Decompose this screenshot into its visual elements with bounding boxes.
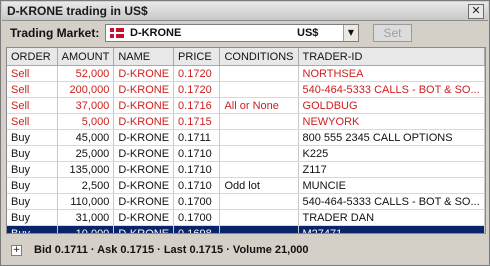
- cell-conditions: [219, 209, 299, 226]
- cell-amount: 10,000: [57, 225, 115, 233]
- cell-name: D-KRONE: [113, 161, 175, 178]
- cell-amount: 52,000: [57, 65, 115, 82]
- table-row[interactable]: Buy 25,000 D-KRONE 0.1710 K225: [7, 145, 485, 162]
- chevron-down-icon[interactable]: ▼: [343, 25, 358, 41]
- cell-price: 0.1710: [173, 177, 221, 194]
- cell-name: D-KRONE: [113, 209, 175, 226]
- cell-price: 0.1711: [173, 129, 221, 146]
- cell-amount: 25,000: [57, 145, 115, 162]
- table-row[interactable]: Sell 52,000 D-KRONE 0.1720 NORTHSEA: [7, 65, 485, 82]
- table-row[interactable]: Sell 37,000 D-KRONE 0.1716 All or None GOLDBU…: [7, 97, 485, 114]
- cell-name: D-KRONE: [113, 129, 175, 146]
- table-row[interactable]: Buy 31,000 D-KRONE 0.1700 TRADER DAN: [7, 209, 485, 226]
- cell-order: Buy: [7, 225, 58, 233]
- cell-price: 0.1700: [173, 193, 221, 210]
- cell-trader-id: 800 555 2345 CALL OPTIONS: [298, 129, 485, 146]
- cell-price: 0.1700: [173, 209, 221, 226]
- denmark-flag-icon: [110, 28, 124, 38]
- cell-name: D-KRONE: [113, 65, 175, 82]
- cell-order: Buy: [7, 161, 58, 178]
- expand-icon[interactable]: +: [11, 245, 22, 256]
- cell-order: Buy: [7, 129, 58, 146]
- column-header-amount[interactable]: AMOUNT: [57, 48, 115, 66]
- cell-amount: 2,500: [57, 177, 115, 194]
- cell-trader-id: NEWYORK: [298, 113, 485, 130]
- trading-market-select[interactable]: D-KRONE US$ ▼: [105, 24, 359, 42]
- column-header-name[interactable]: NAME: [113, 48, 175, 66]
- cell-conditions: [219, 145, 299, 162]
- cell-trader-id: GOLDBUG: [298, 97, 485, 114]
- cell-trader-id: MUNCIE: [298, 177, 485, 194]
- table-row[interactable]: Sell 5,000 D-KRONE 0.1715 NEWYORK: [7, 113, 485, 130]
- cell-order: Sell: [7, 65, 58, 82]
- cell-name: D-KRONE: [113, 145, 175, 162]
- cell-trader-id: Z117: [298, 161, 485, 178]
- cell-conditions: [219, 161, 299, 178]
- column-header-trader-id[interactable]: TRADER-ID: [298, 48, 485, 66]
- cell-name: D-KRONE: [113, 193, 175, 210]
- cell-amount: 200,000: [57, 81, 115, 98]
- cell-amount: 5,000: [57, 113, 115, 130]
- window-title: D-KRONE trading in US$: [7, 4, 148, 18]
- set-button[interactable]: Set: [373, 24, 412, 42]
- cell-price: 0.1716: [173, 97, 221, 114]
- cell-name: D-KRONE: [113, 225, 175, 233]
- cell-order: Buy: [7, 209, 58, 226]
- title-bar[interactable]: D-KRONE trading in US$ ✕: [2, 2, 488, 21]
- cell-price: 0.1715: [173, 113, 221, 130]
- selected-currency: US$: [297, 27, 319, 39]
- cell-price: 0.1720: [173, 81, 221, 98]
- cell-amount: 31,000: [57, 209, 115, 226]
- table-row[interactable]: Buy 135,000 D-KRONE 0.1710 Z117: [7, 161, 485, 178]
- close-icon[interactable]: ✕: [468, 4, 484, 19]
- cell-order: Sell: [7, 81, 58, 98]
- trading-window: D-KRONE trading in US$ ✕ Trading Market:…: [0, 0, 490, 266]
- table-row[interactable]: Buy 2,500 D-KRONE 0.1710 Odd lot MUNCIE: [7, 177, 485, 194]
- cell-amount: 45,000: [57, 129, 115, 146]
- column-header-order[interactable]: ORDER: [7, 48, 58, 66]
- market-summary: Bid 0.1711 · Ask 0.1715 · Last 0.1715 · …: [34, 244, 309, 256]
- table-row[interactable]: Buy 10,000 D-KRONE 0.1698 M27471: [7, 225, 485, 233]
- trading-market-label: Trading Market:: [10, 26, 100, 40]
- cell-trader-id: 540-464-5333 CALLS - BOT & SO...: [298, 193, 485, 210]
- cell-conditions: Odd lot: [219, 177, 299, 194]
- cell-price: 0.1710: [173, 161, 221, 178]
- status-bar: + Bid 0.1711 · Ask 0.1715 · Last 0.1715 …: [1, 239, 489, 263]
- cell-order: Sell: [7, 97, 58, 114]
- cell-conditions: [219, 225, 299, 233]
- column-header-conditions[interactable]: CONDITIONS: [219, 48, 299, 66]
- toolbar: Trading Market: D-KRONE US$ ▼ Set: [1, 21, 489, 47]
- cell-conditions: [219, 81, 299, 98]
- cell-conditions: All or None: [219, 97, 299, 114]
- column-header-price[interactable]: PRICE: [173, 48, 221, 66]
- table-row[interactable]: Buy 110,000 D-KRONE 0.1700 540-464-5333 CALL…: [7, 193, 485, 210]
- cell-amount: 37,000: [57, 97, 115, 114]
- cell-order: Buy: [7, 177, 58, 194]
- cell-name: D-KRONE: [113, 113, 175, 130]
- cell-price: 0.1710: [173, 145, 221, 162]
- cell-order: Sell: [7, 113, 58, 130]
- cell-conditions: [219, 193, 299, 210]
- selected-market: D-KRONE: [130, 27, 182, 39]
- cell-conditions: [219, 65, 299, 82]
- cell-conditions: [219, 129, 299, 146]
- cell-trader-id: TRADER DAN: [298, 209, 485, 226]
- cell-trader-id: 540-464-5333 CALLS - BOT & SO...: [298, 81, 485, 98]
- cell-trader-id: M27471: [298, 225, 485, 233]
- cell-amount: 135,000: [57, 161, 115, 178]
- table-row[interactable]: Buy 45,000 D-KRONE 0.1711 800 555 2345 CALL …: [7, 129, 485, 146]
- cell-trader-id: K225: [298, 145, 485, 162]
- table-row[interactable]: Sell 200,000 D-KRONE 0.1720 540-464-5333 CAL…: [7, 81, 485, 98]
- cell-name: D-KRONE: [113, 81, 175, 98]
- cell-name: D-KRONE: [113, 97, 175, 114]
- cell-conditions: [219, 113, 299, 130]
- cell-price: 0.1698: [173, 225, 221, 233]
- cell-order: Buy: [7, 145, 58, 162]
- cell-trader-id: NORTHSEA: [298, 65, 485, 82]
- cell-price: 0.1720: [173, 65, 221, 82]
- orders-table: ORDER AMOUNT NAME PRICE CONDITIONS TRADE…: [6, 47, 486, 234]
- cell-amount: 110,000: [57, 193, 115, 210]
- cell-order: Buy: [7, 193, 58, 210]
- cell-name: D-KRONE: [113, 177, 175, 194]
